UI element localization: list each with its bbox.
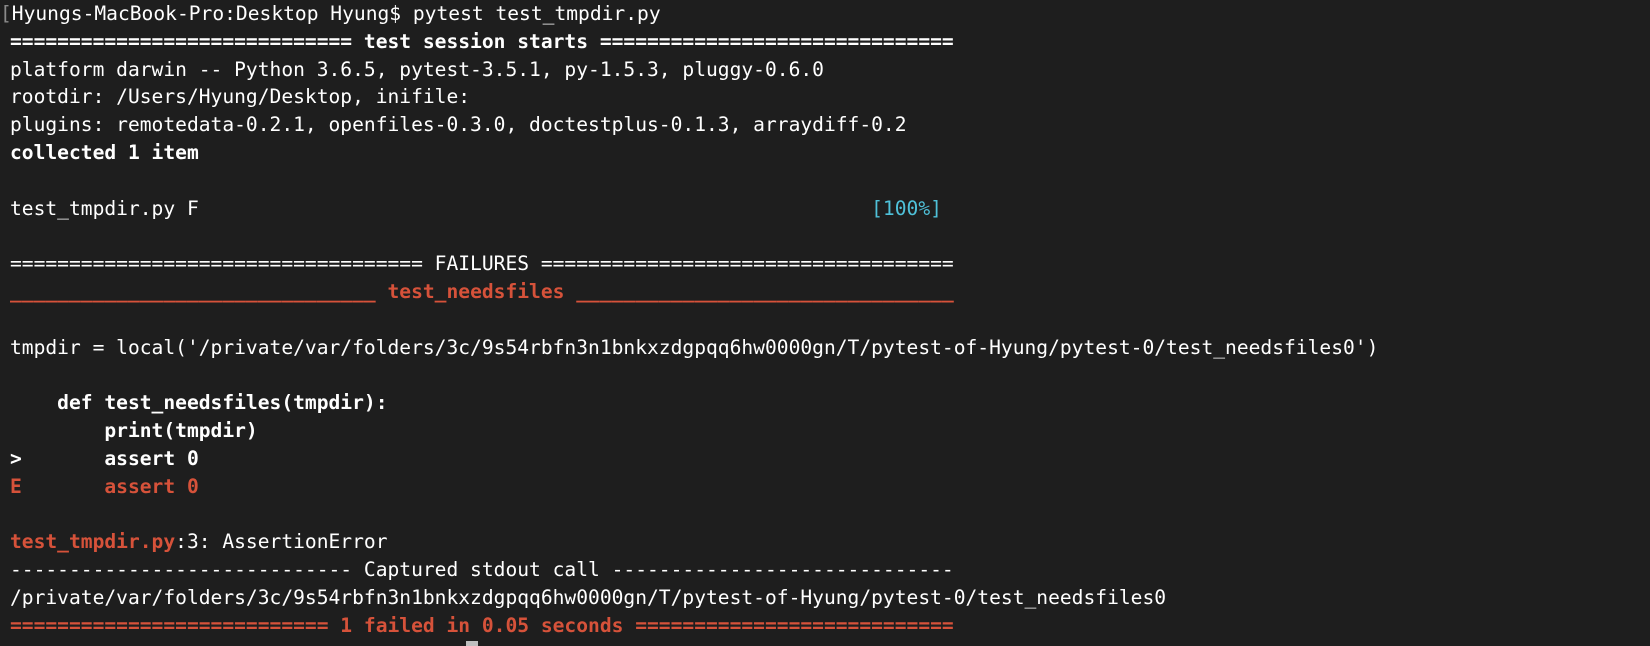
prompt-command: pytest test_tmpdir.py — [412, 2, 661, 25]
text-cursor — [466, 641, 478, 646]
tmpdir-line: tmpdir = local('/private/var/folders/3c/… — [10, 335, 1379, 359]
result-file: test_tmpdir.py F — [10, 196, 872, 220]
rootdir-line: rootdir: /Users/Hyung/Desktop, inifile: — [10, 85, 471, 109]
code-assert-line: > assert 0 — [10, 446, 199, 470]
code-print-line: print(tmpdir) — [10, 418, 258, 442]
captured-stdout-header: ----------------------------- Captured s… — [10, 557, 954, 581]
collected-line: collected 1 item — [10, 140, 199, 164]
prompt-line: [Hyungs-MacBook-Pro:Desktop Hyung$ pytes… — [0, 0, 1650, 28]
platform-line: platform darwin -- Python 3.6.5, pytest-… — [10, 57, 824, 81]
failed-test-header: _______________________________ test_nee… — [0, 278, 1650, 306]
summary-line: =========================== 1 failed in … — [10, 613, 954, 637]
progress-percent: [100%] — [871, 196, 942, 220]
error-location-line: test_tmpdir.py:3: AssertionError — [0, 528, 1650, 556]
result-line: test_tmpdir.py F [100%] — [0, 195, 1650, 223]
captured-output-line: /private/var/folders/3c/9s54rbfn3n1bnkxz… — [10, 585, 1167, 609]
error-location-file: test_tmpdir.py — [10, 530, 176, 554]
test-name-rule-right: ________________________________ — [564, 279, 954, 303]
error-marker: E — [10, 474, 22, 498]
prompt-bracket: [ — [0, 2, 12, 25]
prompt-host: Hyungs-MacBook-Pro:Desktop Hyung$ — [11, 2, 413, 25]
plugins-line: plugins: remotedata-0.2.1, openfiles-0.3… — [10, 113, 907, 137]
session-header: ============================= test sessi… — [10, 29, 954, 53]
failures-header: =================================== FAIL… — [10, 252, 954, 276]
code-def-line: def test_needsfiles(tmpdir): — [10, 391, 388, 415]
error-location-detail: :3: AssertionError — [175, 530, 388, 554]
failed-test-name: test_needsfiles — [387, 279, 565, 303]
error-text: assert 0 — [21, 474, 199, 498]
terminal-window[interactable]: [Hyungs-MacBook-Pro:Desktop Hyung$ pytes… — [0, 0, 1650, 646]
error-line: E assert 0 — [0, 473, 1650, 501]
test-name-rule-left: _______________________________ — [10, 279, 388, 303]
